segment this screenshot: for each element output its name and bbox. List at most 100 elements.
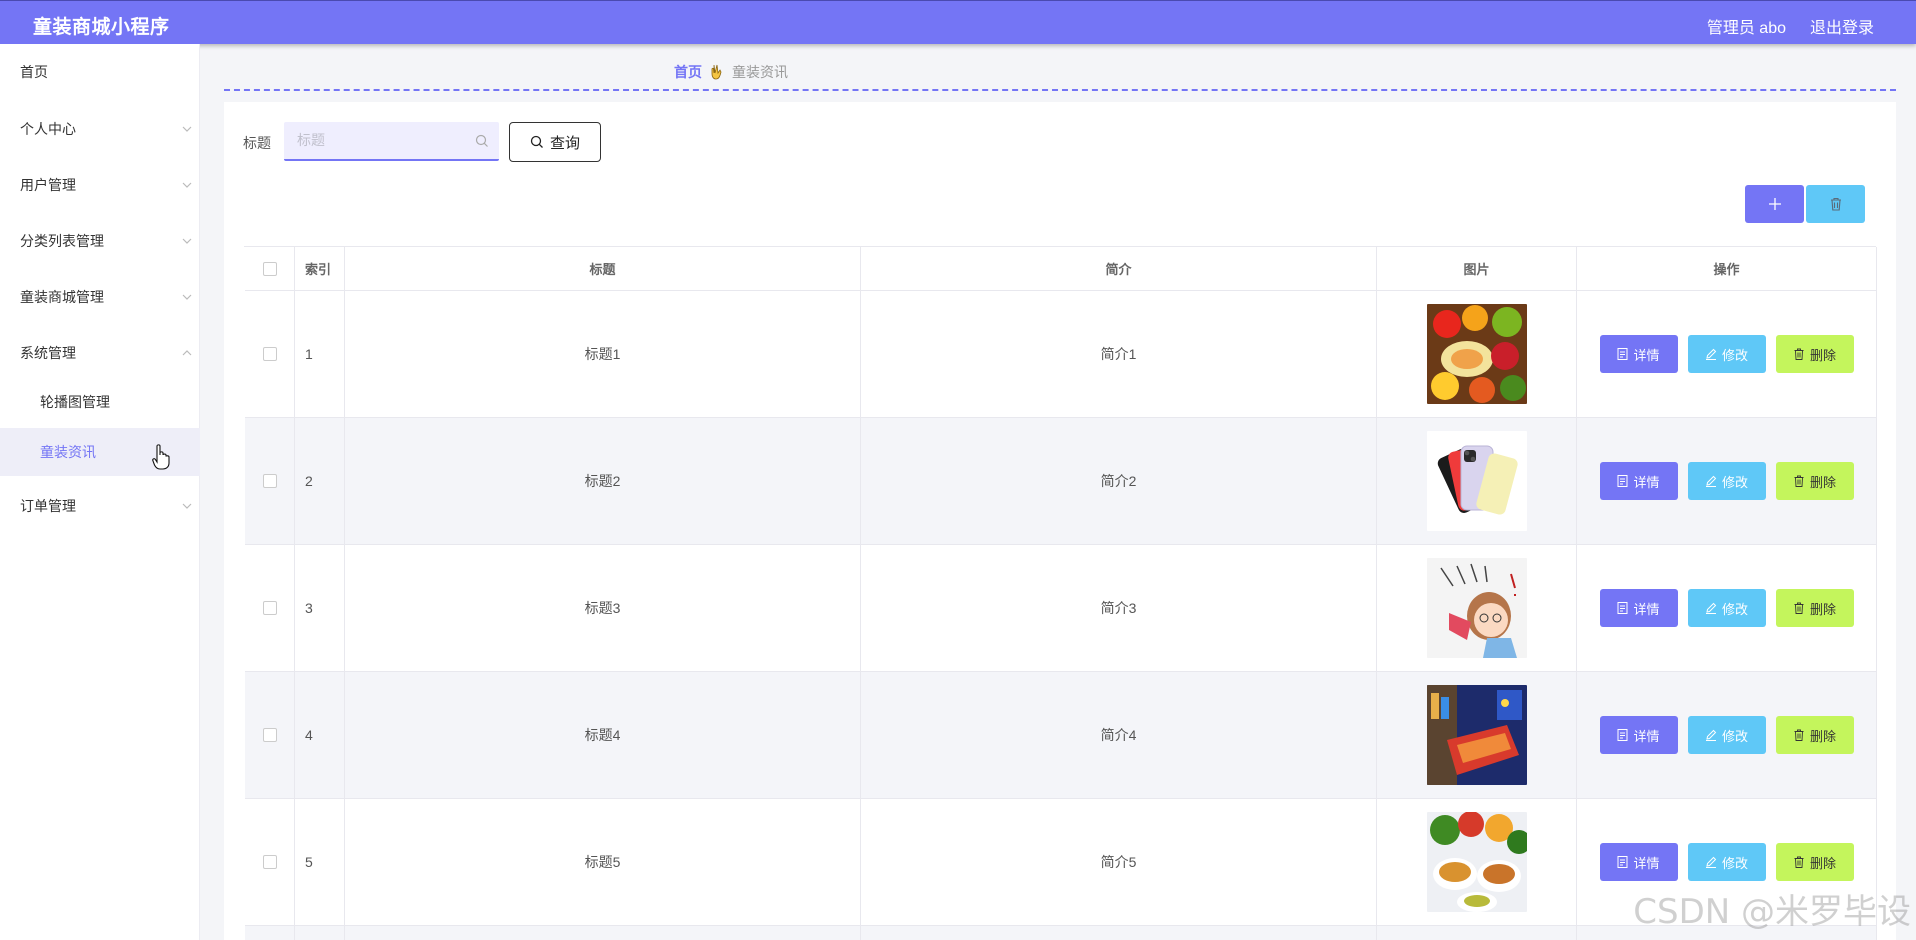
phone-image[interactable] bbox=[1426, 431, 1527, 531]
row-index: 1 bbox=[295, 291, 345, 417]
row-title: 标题2 bbox=[345, 418, 861, 544]
sidebar-item-system-management[interactable]: 系统管理 bbox=[0, 331, 200, 375]
header-ops: 操作 bbox=[1577, 247, 1877, 290]
detail-button-label: 详情 bbox=[1633, 474, 1660, 490]
edit-icon bbox=[1705, 729, 1717, 741]
delete-button[interactable]: 删除 bbox=[1775, 589, 1854, 627]
sidebar-item-label: 个人中心 bbox=[20, 121, 76, 137]
table-header-row: 索引 标题 简介 图片 操作 bbox=[245, 247, 1877, 291]
row-intro: 简介4 bbox=[861, 672, 1377, 798]
top-bar: 童装商城小程序 管理员 abo 退出登录 bbox=[0, 0, 1916, 44]
edit-button-label: 修改 bbox=[1721, 474, 1748, 490]
sidebar-item-label: 首页 bbox=[20, 64, 48, 80]
row-check-cell bbox=[245, 291, 295, 417]
query-button[interactable]: 查询 bbox=[509, 122, 601, 162]
sidebar-item-kids-news[interactable]: 童装资讯 bbox=[0, 428, 200, 476]
delete-button[interactable]: 删除 bbox=[1775, 335, 1854, 373]
cartoon-image[interactable] bbox=[1426, 558, 1527, 658]
logout-button[interactable]: 退出登录 bbox=[1810, 14, 1874, 38]
detail-button[interactable]: 详情 bbox=[1599, 716, 1678, 754]
row-check-cell bbox=[245, 545, 295, 671]
food-image[interactable] bbox=[1426, 812, 1527, 912]
sidebar-item-carousel-management[interactable]: 轮播图管理 bbox=[0, 378, 200, 426]
edit-button[interactable]: 修改 bbox=[1687, 589, 1766, 627]
batch-delete-button[interactable] bbox=[1806, 185, 1865, 223]
query-button-label: 查询 bbox=[549, 134, 580, 152]
delete-button-label: 删除 bbox=[1809, 347, 1836, 363]
row-index: 4 bbox=[295, 672, 345, 798]
add-button[interactable] bbox=[1745, 185, 1804, 223]
chevron-down-icon bbox=[182, 503, 192, 509]
breadcrumb-divider bbox=[224, 89, 1896, 91]
document-icon bbox=[1617, 856, 1628, 868]
row-title: 标题3 bbox=[345, 545, 861, 671]
table-row: 3 标题3 简介3 详情 修改 删除 bbox=[245, 545, 1877, 672]
delete-button-label: 删除 bbox=[1809, 728, 1836, 744]
row-index: 3 bbox=[295, 545, 345, 671]
breadcrumb-home[interactable]: 首页 bbox=[674, 62, 702, 82]
detail-button[interactable]: 详情 bbox=[1599, 589, 1678, 627]
header-intro: 简介 bbox=[861, 247, 1377, 290]
sidebar-item-category-management[interactable]: 分类列表管理 bbox=[0, 219, 200, 263]
edit-button[interactable]: 修改 bbox=[1687, 335, 1766, 373]
row-title: 标题4 bbox=[345, 672, 861, 798]
row-image-cell bbox=[1377, 672, 1577, 798]
detail-button-label: 详情 bbox=[1633, 601, 1660, 617]
sidebar-item-label: 分类列表管理 bbox=[20, 233, 104, 249]
detail-button[interactable]: 详情 bbox=[1599, 843, 1678, 881]
row-image-cell bbox=[1377, 545, 1577, 671]
edit-button[interactable]: 修改 bbox=[1687, 843, 1766, 881]
sidebar-item-home[interactable]: 首页 bbox=[0, 50, 200, 94]
row-intro: 简介5 bbox=[861, 799, 1377, 925]
edit-button[interactable]: 修改 bbox=[1687, 716, 1766, 754]
sidebar-item-mall-management[interactable]: 童装商城管理 bbox=[0, 275, 200, 319]
row-title: 标题1 bbox=[345, 291, 861, 417]
breadcrumb-current: 童装资讯 bbox=[732, 64, 788, 80]
row-intro: 简介1 bbox=[861, 291, 1377, 417]
row-ops: 详情 修改 删除 bbox=[1577, 418, 1877, 544]
row-checkbox[interactable] bbox=[262, 474, 277, 488]
row-check-cell bbox=[245, 418, 295, 544]
delete-button-label: 删除 bbox=[1809, 855, 1836, 871]
select-all-checkbox[interactable] bbox=[262, 261, 277, 276]
row-check-cell bbox=[245, 926, 295, 940]
delete-button[interactable]: 删除 bbox=[1775, 843, 1854, 881]
row-checkbox[interactable] bbox=[262, 601, 277, 615]
row-checkbox[interactable] bbox=[262, 855, 277, 869]
sidebar-item-label: 童装商城管理 bbox=[20, 289, 104, 305]
store-image[interactable] bbox=[1426, 685, 1527, 785]
sidebar-item-user-management[interactable]: 用户管理 bbox=[0, 163, 200, 207]
table-row bbox=[245, 926, 1877, 940]
sidebar-item-personal-center[interactable]: 个人中心 bbox=[0, 107, 200, 151]
search-label: 标题 bbox=[243, 135, 271, 151]
delete-button-label: 删除 bbox=[1809, 474, 1836, 490]
row-intro: 简介2 bbox=[861, 418, 1377, 544]
table-row: 1 标题1 简介1 详情 修改 删除 bbox=[245, 291, 1877, 418]
delete-button[interactable]: 删除 bbox=[1775, 462, 1854, 500]
edit-button[interactable]: 修改 bbox=[1687, 462, 1766, 500]
trash-icon bbox=[1794, 856, 1804, 868]
row-checkbox[interactable] bbox=[262, 347, 277, 361]
breadcrumb: 首页 童装资讯 bbox=[674, 62, 788, 82]
news-table: 索引 标题 简介 图片 操作 1 标题1 简介1 详情 修改 删除 2 标题2 … bbox=[244, 246, 1877, 940]
delete-button[interactable]: 删除 bbox=[1775, 716, 1854, 754]
edit-button-label: 修改 bbox=[1721, 601, 1748, 617]
sidebar-item-label: 童装资讯 bbox=[40, 444, 96, 460]
sidebar-item-label: 系统管理 bbox=[20, 345, 76, 361]
trash-icon bbox=[1794, 475, 1804, 487]
search-input[interactable] bbox=[284, 122, 464, 158]
detail-button[interactable]: 详情 bbox=[1599, 462, 1678, 500]
row-index-cell bbox=[295, 926, 345, 940]
edit-button-label: 修改 bbox=[1721, 855, 1748, 871]
sidebar-item-order-management[interactable]: 订单管理 bbox=[0, 484, 200, 528]
fruit-image[interactable] bbox=[1426, 304, 1527, 404]
edit-button-label: 修改 bbox=[1721, 347, 1748, 363]
row-ops: 详情 修改 删除 bbox=[1577, 672, 1877, 798]
edit-icon bbox=[1705, 856, 1717, 868]
row-intro-cell bbox=[861, 926, 1377, 940]
row-checkbox[interactable] bbox=[262, 728, 277, 742]
sidebar-item-label: 轮播图管理 bbox=[40, 394, 110, 410]
header-image: 图片 bbox=[1377, 247, 1577, 290]
trash-icon bbox=[1830, 197, 1841, 211]
detail-button[interactable]: 详情 bbox=[1599, 335, 1678, 373]
